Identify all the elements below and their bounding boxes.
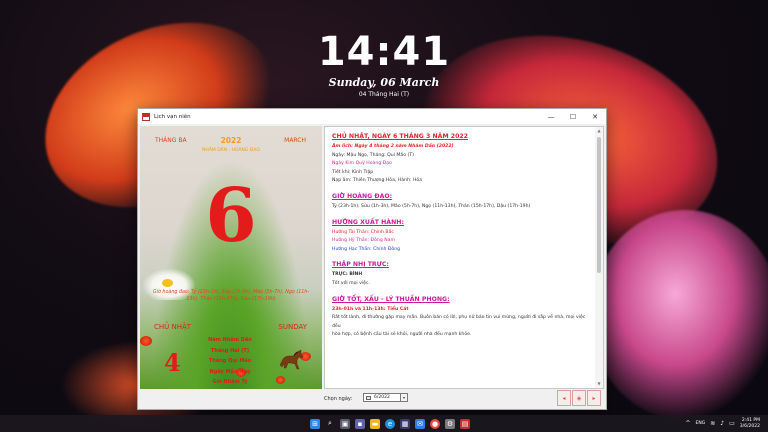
start-icon[interactable]: ⊞ [310, 418, 320, 429]
calendar-app-icon [142, 112, 150, 121]
mail-icon[interactable]: ✉ [415, 418, 425, 429]
window-titlebar[interactable]: Lịch vạn niên — ☐ ✕ [138, 109, 606, 124]
ly-thuan-phong-subtitle: 23h-01h và 11h-13h: Tiểu Cát [332, 306, 409, 312]
date-picker-input[interactable]: 6/2022 [363, 393, 401, 402]
close-button[interactable]: ✕ [584, 109, 606, 124]
big-day-number: 6 [205, 173, 257, 259]
date-picker-value: 6/2022 [374, 394, 390, 400]
clock-date: Sunday, 06 March [328, 76, 440, 89]
chrome-icon[interactable]: ● [430, 418, 440, 429]
taskbar: ⊞ ⌕ ▣ ▪ ▬ e ▦ ✉ ● ⚙ ▤ ^ ENG ≋ ♪ ▭ 2:41 P… [0, 415, 768, 432]
search-icon[interactable]: ⌕ [325, 419, 335, 429]
calendar-day-page: THÁNG BA 2022 MARCH NHÂM DẦN - HOÀNG ĐẠO… [140, 126, 322, 389]
previous-day-button[interactable]: ◂ [557, 390, 571, 406]
teams-icon[interactable]: ▪ [355, 418, 365, 429]
battery-icon[interactable]: ▭ [729, 420, 735, 427]
next-day-button[interactable]: ▸ [587, 390, 601, 406]
taskbar-date: 3/6/2022 [739, 423, 760, 429]
lunar-info-list: Năm Nhâm Dần Tháng Hai (T) Tháng Quí Mão… [190, 335, 270, 388]
month-english: MARCH [284, 137, 306, 144]
direction-title: HƯỚNG XUẤT HÀNH: [332, 218, 404, 226]
good-hours-line: Tý (23h-1h), Sửu (1h-3h), Mão (5h-7h), N… [332, 203, 531, 209]
good-hours-title: GIỜ HOÀNG ĐẠO: [332, 192, 393, 200]
language-indicator[interactable]: ENG [696, 421, 706, 426]
calendar-icon [366, 395, 371, 400]
ly-thuan-phong-text: Rất tốt lành, đi thường gặp may mắn. Buô… [332, 315, 586, 329]
weekday-english: SUNDAY [278, 323, 307, 331]
ly-thuan-phong-text: hòa hợp, có bệnh cầu tài sẽ khỏi, người … [332, 332, 472, 338]
lunar-info-item: Năm Nhâm Dần [208, 337, 252, 343]
today-button[interactable]: ◈ [572, 390, 586, 406]
maximize-button[interactable]: ☐ [562, 109, 584, 124]
calendar-window: Lịch vạn niên — ☐ ✕ THÁNG BA 2022 MARCH … [137, 108, 607, 410]
truc-description: Tốt với mọi việc. [332, 280, 370, 286]
nap-am-line: Nạp âm: Thiên Thượng Hỏa, Hành: Hỏa [332, 178, 423, 184]
clock-lunar-date: 04 Tháng Hai (T) [358, 91, 410, 98]
edge-icon[interactable]: e [385, 418, 395, 429]
lunar-info-item: Giờ Nhâm Tý [212, 379, 248, 385]
lunar-day-number: 4 [164, 348, 181, 377]
auspicious-hours-text: Giờ hoàng đạo: Tý (23h-1h), Sửu (1h-3h),… [152, 290, 310, 302]
hoang-dao-day-line: Ngày Kim Quỹ Hoàng Đạo [332, 161, 392, 167]
direction-item: Hướng Hạc Thần: Chính Đông [332, 246, 401, 252]
lunar-date-line: Âm lịch: Ngày 4 tháng 2 năm Nhâm Dần (20… [332, 144, 454, 149]
wifi-icon[interactable]: ≋ [710, 420, 715, 427]
ly-thuan-phong-title: GIỜ TỐT, XẤU - LÝ THUẦN PHONG: [332, 295, 450, 303]
lockscreen-clock: 14:41 Sunday, 06 March 04 Tháng Hai (T) [0, 30, 768, 98]
weekday-vietnamese: CHỦ NHẬT [154, 323, 192, 331]
direction-item: Hướng Tài Thần: Chính Bắc [332, 229, 394, 235]
direction-item: Hướng Hỷ Thần: Đông Nam [332, 238, 395, 244]
truc-title: THẬP NHỊ TRỰC: [332, 261, 389, 269]
canchi-line: Ngày: Mậu Ngọ, Tháng: Quí Mão (T) [332, 152, 414, 158]
store-icon[interactable]: ▦ [400, 418, 410, 429]
settings-icon[interactable]: ⚙ [445, 418, 455, 429]
poppy-image [140, 336, 152, 346]
truc-value: TRỰC: BÌNH [332, 272, 363, 278]
day-details-panel[interactable]: CHỦ NHẬT, NGÀY 6 THÁNG 3 NĂM 2022 Âm lịc… [324, 126, 604, 389]
date-dropdown-button[interactable]: ▾ [401, 393, 408, 402]
lunar-info-item: Tháng Hai (T) [210, 347, 250, 354]
details-scrollbar[interactable]: ▲ ▼ [595, 127, 603, 388]
tiet-khi-line: Tiết khí: Kinh Trập [332, 169, 374, 175]
minimize-button[interactable]: — [540, 109, 562, 124]
lunar-info-item: Ngày Mậu Ngọ [209, 368, 251, 375]
window-title: Lịch vạn niên [154, 113, 191, 120]
year-canchi: NHÂM DẦN - HOÀNG ĐẠO [202, 148, 260, 153]
clock-time: 14:41 [317, 29, 451, 75]
lunar-info-item: Tháng Quí Mão [208, 358, 252, 364]
taskbar-clock[interactable]: 2:41 PM 3/6/2022 [740, 418, 760, 430]
file-explorer-icon[interactable]: ▬ [370, 418, 380, 429]
date-picker-bar: Chọn ngày: 6/2022 ▾ ◂ ◈ ▸ [138, 390, 606, 410]
taskbar-time: 2:41 PM [741, 417, 760, 423]
horse-icon [279, 349, 304, 370]
task-view-icon[interactable]: ▣ [340, 418, 350, 429]
volume-icon[interactable]: ♪ [720, 420, 724, 427]
choose-date-label: Chọn ngày: [324, 396, 353, 402]
chevron-up-icon[interactable]: ^ [686, 420, 691, 427]
scroll-down-icon[interactable]: ▼ [595, 380, 603, 388]
calendar-app-taskbar-icon[interactable]: ▤ [460, 418, 470, 429]
scroll-up-icon[interactable]: ▲ [595, 127, 603, 135]
details-heading: CHỦ NHẬT, NGÀY 6 THÁNG 3 NĂM 2022 [332, 133, 468, 140]
scrollbar-thumb[interactable] [597, 137, 601, 273]
poppy-image [276, 376, 285, 384]
